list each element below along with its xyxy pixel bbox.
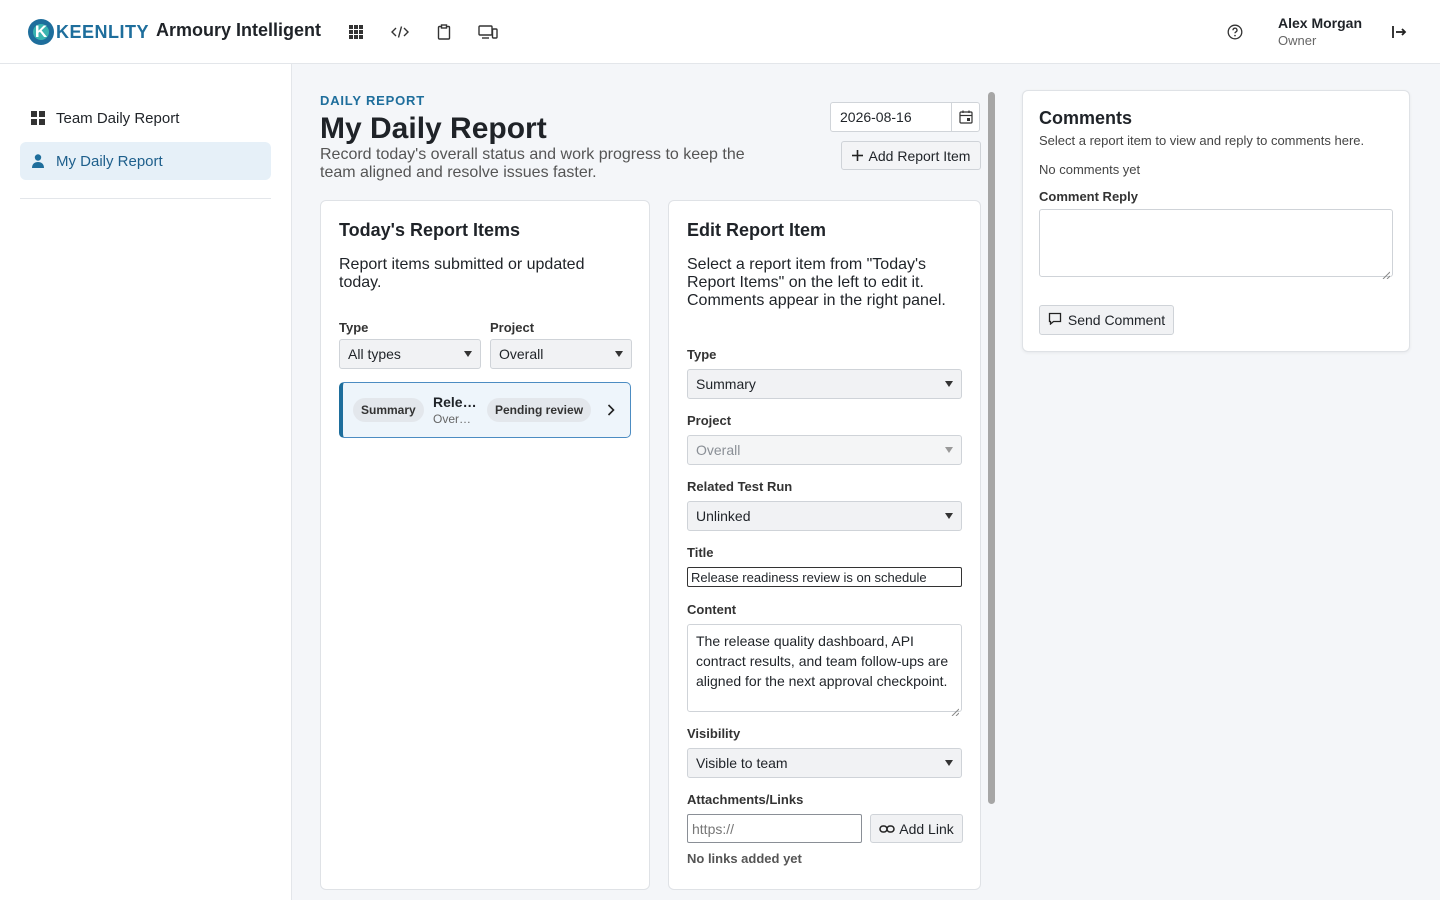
caret-down-icon xyxy=(945,381,953,387)
page-title: My Daily Report xyxy=(320,112,547,145)
edit-panel-title: Edit Report Item xyxy=(687,220,827,240)
code-icon[interactable] xyxy=(388,20,412,44)
date-input[interactable]: 2026-08-16 xyxy=(831,109,951,125)
sidebar: Team Daily Report My Daily Report xyxy=(0,64,292,900)
top-nav-icons xyxy=(344,20,500,44)
caret-down-icon xyxy=(464,351,472,357)
sidebar-item-team-daily-report[interactable]: Team Daily Report xyxy=(20,99,271,137)
report-item-subtitle: Over… xyxy=(433,412,472,426)
sidebar-item-label: My Daily Report xyxy=(56,152,163,170)
report-item-title: Rele… xyxy=(433,394,477,410)
comments-panel: Comments Select a report item to view an… xyxy=(1022,90,1410,352)
add-link-label: Add Link xyxy=(899,820,954,837)
link-url-input[interactable]: https:// xyxy=(687,814,862,843)
content-textarea[interactable]: The release quality dashboard, API contr… xyxy=(687,624,962,717)
report-items-panel: Today's Report Items Report items submit… xyxy=(320,200,650,890)
comments-title: Comments xyxy=(1039,108,1133,128)
edit-report-item-panel: Edit Report Item Select a report item fr… xyxy=(668,200,981,890)
sidebar-item-label: Team Daily Report xyxy=(56,109,180,127)
grid-icon[interactable] xyxy=(344,20,368,44)
app-title: Armoury Intelligent xyxy=(156,20,322,40)
date-picker[interactable]: 2026-08-16 xyxy=(830,102,980,132)
caret-down-icon xyxy=(945,447,953,453)
type-label: Type xyxy=(687,347,717,362)
comment-reply-textarea[interactable] xyxy=(1039,209,1393,280)
project-label: Project xyxy=(687,413,732,428)
related-test-run-label: Related Test Run xyxy=(687,479,793,494)
plus-icon xyxy=(851,148,863,164)
related-test-run-select[interactable]: Unlinked xyxy=(687,501,962,531)
report-items-title: Today's Report Items xyxy=(339,220,520,240)
comment-reply-label: Comment Reply xyxy=(1039,189,1138,204)
comments-empty-text: No comments yet xyxy=(1039,162,1141,177)
add-report-item-button[interactable]: Add Report Item xyxy=(841,141,981,170)
type-filter-select[interactable]: All types xyxy=(339,339,481,369)
send-comment-button[interactable]: Send Comment xyxy=(1039,305,1174,335)
attachments-label: Attachments/Links xyxy=(687,792,804,807)
chevron-right-icon[interactable] xyxy=(605,403,617,417)
user-name: Alex Morgan xyxy=(1278,15,1363,31)
visibility-select[interactable]: Visible to team xyxy=(687,748,962,778)
report-items-description: Report items submitted or updated today. xyxy=(339,256,585,291)
page-description: Record today's overall status and work p… xyxy=(320,146,745,181)
person-icon xyxy=(30,153,46,169)
resize-handle-icon[interactable] xyxy=(951,701,960,717)
scrollbar-thumb[interactable] xyxy=(988,92,995,804)
project-select: Overall xyxy=(687,435,962,465)
resize-handle-icon[interactable] xyxy=(1382,266,1391,280)
report-item-row[interactable]: Summary Rele… Over… Pending review xyxy=(339,382,631,438)
title-input[interactable]: Release readiness review is on schedule xyxy=(687,567,962,587)
link-icon xyxy=(879,821,895,837)
visibility-label: Visibility xyxy=(687,726,741,741)
sidebar-divider xyxy=(20,198,271,199)
caret-down-icon xyxy=(945,760,953,766)
edit-panel-description: Select a report item from "Today's Repor… xyxy=(687,256,946,309)
help-icon[interactable] xyxy=(1224,21,1246,43)
content-label: Content xyxy=(687,602,737,617)
brand-logo[interactable]: K KEENLITY xyxy=(28,18,149,46)
calendar-icon[interactable] xyxy=(951,103,979,131)
add-link-button[interactable]: Add Link xyxy=(870,814,963,843)
content-scrollbar[interactable] xyxy=(985,90,997,875)
project-filter-select[interactable]: Overall xyxy=(490,339,632,369)
devices-icon[interactable] xyxy=(476,20,500,44)
clipboard-icon[interactable] xyxy=(432,20,456,44)
type-filter-label: Type xyxy=(339,320,369,335)
grid-icon xyxy=(30,110,46,126)
send-comment-label: Send Comment xyxy=(1067,312,1166,328)
type-badge: Summary xyxy=(353,398,424,422)
logout-icon[interactable] xyxy=(1388,21,1410,43)
user-profile[interactable]: Alex Morgan Owner xyxy=(1278,15,1362,48)
no-links-text: No links added yet xyxy=(687,851,802,866)
user-role: Owner xyxy=(1278,33,1317,48)
comment-icon xyxy=(1048,312,1062,328)
caret-down-icon xyxy=(615,351,623,357)
status-badge: Pending review xyxy=(487,398,592,422)
caret-down-icon xyxy=(945,513,953,519)
add-report-item-label: Add Report Item xyxy=(868,147,971,164)
page-overline: DAILY REPORT xyxy=(320,93,425,108)
logo-text: KEENLITY xyxy=(56,21,150,42)
title-label: Title xyxy=(687,545,714,560)
sidebar-item-my-daily-report[interactable]: My Daily Report xyxy=(20,142,271,180)
logo-mark-icon: K xyxy=(28,19,54,45)
type-select[interactable]: Summary xyxy=(687,369,962,399)
comments-subtitle: Select a report item to view and reply t… xyxy=(1039,133,1365,148)
project-filter-label: Project xyxy=(490,320,535,335)
top-bar: K KEENLITY Armoury Intelligent Alex Morg… xyxy=(0,0,1440,64)
